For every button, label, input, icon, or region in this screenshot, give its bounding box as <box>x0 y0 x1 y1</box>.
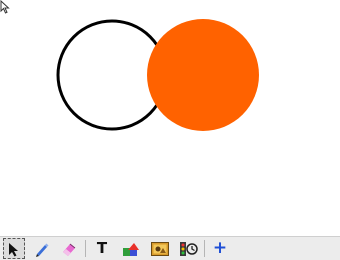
select-arrow-icon <box>9 242 18 256</box>
eraser-icon <box>63 243 76 256</box>
text-tool-icon: T <box>96 239 108 257</box>
canvas-shapes <box>56 19 259 131</box>
mouse-pointer-icon <box>0 0 10 14</box>
add-button[interactable]: + <box>209 238 231 259</box>
eraser-tool-button[interactable] <box>58 238 80 259</box>
plus-icon: + <box>212 238 228 258</box>
pen-icon <box>36 243 49 257</box>
toolbar-separator <box>204 240 205 257</box>
image-tool-button[interactable] <box>149 238 171 259</box>
media-icon <box>180 241 198 256</box>
media-tool-button[interactable] <box>178 238 200 259</box>
select-tool-button[interactable] <box>3 238 25 259</box>
drawing-canvas[interactable] <box>0 0 340 236</box>
bottom-toolbar: T + <box>0 236 340 260</box>
text-tool-button[interactable]: T <box>91 238 113 259</box>
shapes-icon <box>123 242 139 256</box>
pen-tool-button[interactable] <box>31 238 53 259</box>
filled-circle[interactable] <box>147 19 259 131</box>
toolbar-separator <box>85 240 86 257</box>
shapes-tool-button[interactable] <box>120 238 142 259</box>
image-icon <box>151 241 169 256</box>
